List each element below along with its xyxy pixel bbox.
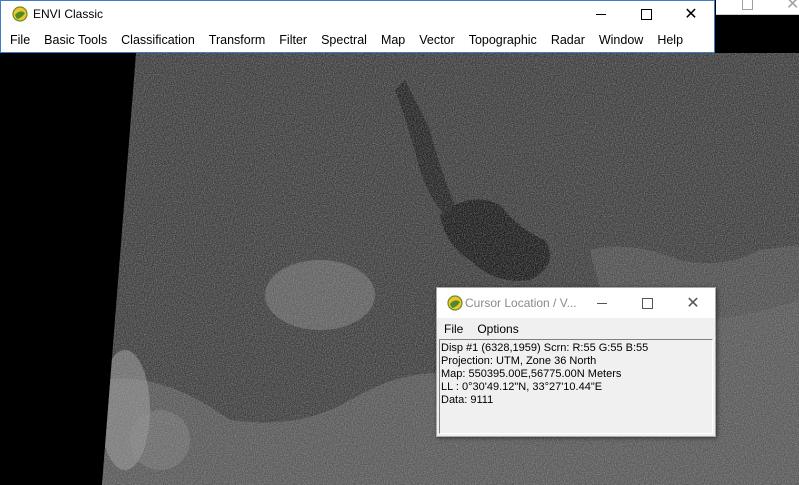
- cursor-info-panel: Disp #1 (6328,1959) Scrn: R:55 G:55 B:55…: [439, 339, 713, 434]
- envi-globe-icon: [12, 6, 28, 22]
- minimize-button[interactable]: [578, 1, 624, 27]
- menu-map[interactable]: Map: [374, 28, 412, 52]
- data-readout: Data: 9111: [441, 394, 494, 406]
- minimize-icon: [597, 302, 607, 304]
- cursor-location-window: Cursor Location / V... ✕ File Options Di…: [436, 287, 716, 437]
- maximize-button[interactable]: [624, 288, 670, 318]
- close-icon: ✕: [684, 4, 698, 23]
- menu-spectral[interactable]: Spectral: [314, 28, 374, 52]
- menu-topographic[interactable]: Topographic: [462, 28, 544, 52]
- minimize-button[interactable]: [579, 288, 625, 318]
- menu-vector[interactable]: Vector: [412, 28, 461, 52]
- close-button[interactable]: ✕: [670, 288, 716, 318]
- menu-file[interactable]: File: [437, 317, 470, 341]
- minimize-icon: [596, 13, 606, 15]
- menu-window[interactable]: Window: [592, 28, 650, 52]
- maximize-icon: [641, 297, 653, 309]
- background-window: ✕: [716, 0, 799, 15]
- window-title: ENVI Classic: [33, 7, 104, 21]
- display-readout: Disp #1 (6328,1959) Scrn: R:55 G:55 B:55: [441, 342, 649, 354]
- envi-globe-icon: [447, 295, 463, 311]
- maximize-button[interactable]: [623, 1, 669, 27]
- menu-transform[interactable]: Transform: [202, 28, 273, 52]
- menu-radar[interactable]: Radar: [544, 28, 592, 52]
- menu-file[interactable]: File: [1, 28, 37, 52]
- map-readout: Map: 550395.00E,56775.00N Meters: [441, 368, 622, 380]
- menu-filter[interactable]: Filter: [272, 28, 314, 52]
- restore-icon: [742, 0, 753, 10]
- envi-main-window: ENVI Classic ✕ File Basic Tools Classifi…: [0, 0, 715, 53]
- menu-basic-tools[interactable]: Basic Tools: [37, 28, 114, 52]
- menu-help[interactable]: Help: [650, 28, 690, 52]
- title-bar[interactable]: ENVI Classic ✕: [1, 1, 714, 27]
- menu-options[interactable]: Options: [470, 317, 525, 341]
- close-button[interactable]: ✕: [668, 1, 714, 27]
- close-icon: ✕: [786, 0, 799, 13]
- menu-classification[interactable]: Classification: [114, 28, 202, 52]
- projection-readout: Projection: UTM, Zone 36 North: [441, 355, 597, 367]
- menu-bar: File Basic Tools Classification Transfor…: [1, 28, 714, 52]
- maximize-icon: [640, 8, 652, 20]
- close-icon: ✕: [686, 293, 700, 312]
- latlon-readout: LL : 0°30'49.12"N, 33°27'10.44"E: [441, 381, 603, 393]
- cursor-window-title: Cursor Location / V...: [465, 296, 577, 310]
- cursor-title-bar[interactable]: Cursor Location / V... ✕: [437, 288, 715, 318]
- cursor-menu-bar: File Options: [437, 319, 715, 339]
